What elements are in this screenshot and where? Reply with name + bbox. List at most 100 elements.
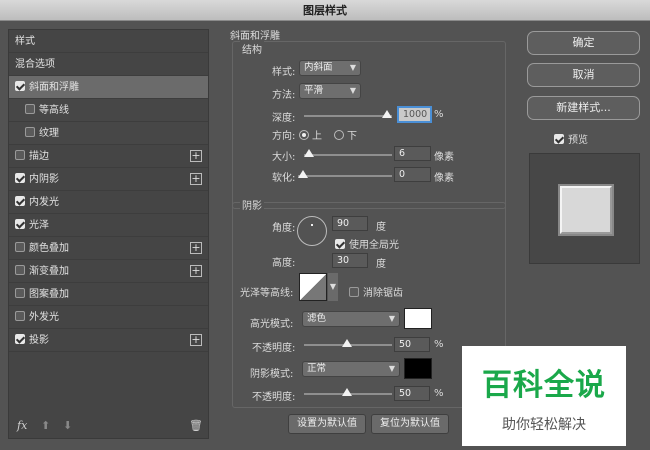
checkbox[interactable] [15, 311, 25, 321]
soften-slider-handle[interactable] [298, 170, 308, 178]
sidebar-item-drop-shadow[interactable]: 投影 + [9, 329, 208, 352]
checkbox[interactable] [25, 104, 35, 114]
highlight-opacity-input[interactable]: 50 [394, 337, 430, 352]
sidebar-item-texture[interactable]: 纹理 [9, 122, 208, 145]
chevron-down-icon: ▼ [388, 364, 395, 373]
gloss-contour-swatch[interactable] [299, 273, 327, 301]
plus-icon[interactable]: + [190, 334, 202, 346]
move-up-icon[interactable]: ⬆ [41, 419, 50, 432]
angle-dot [311, 224, 313, 226]
trash-icon[interactable]: 🗑 [189, 419, 203, 432]
radio-icon [299, 130, 309, 140]
direction-up-radio[interactable]: 上 [299, 127, 322, 142]
plus-icon[interactable]: + [190, 173, 202, 185]
angle-dial[interactable] [297, 216, 327, 246]
radio-label: 下 [347, 131, 357, 142]
size-input[interactable]: 6 [394, 146, 431, 161]
cancel-button[interactable]: 取消 [527, 63, 640, 87]
sidebar-item-pattern-overlay[interactable]: 图案叠加 [9, 283, 208, 306]
sidebar-item-label: 样式 [15, 36, 35, 47]
sidebar-item-inner-shadow[interactable]: 内阴影 + [9, 168, 208, 191]
checkbox[interactable] [15, 81, 25, 91]
sidebar-item-label: 颜色叠加 [29, 243, 69, 254]
sidebar-item-inner-glow[interactable]: 内发光 [9, 191, 208, 214]
sidebar-item-bevel-emboss[interactable]: 斜面和浮雕 [9, 76, 208, 99]
sidebar-item-stroke[interactable]: 描边 + [9, 145, 208, 168]
soften-input[interactable]: 0 [394, 167, 431, 182]
checkbox-label: 使用全局光 [349, 240, 399, 251]
antialias-checkbox[interactable]: 消除锯齿 [349, 284, 403, 299]
checkbox[interactable] [15, 334, 25, 344]
shading-title: 阴影 [240, 197, 264, 212]
new-style-button[interactable]: 新建样式... [527, 96, 640, 120]
soften-label: 软化: [272, 173, 296, 184]
highlight-opacity-handle[interactable] [342, 339, 352, 347]
checkbox[interactable] [15, 219, 25, 229]
fx-icon[interactable]: fx [17, 419, 27, 432]
move-down-icon[interactable]: ⬇ [63, 419, 72, 432]
soften-slider-track[interactable] [298, 175, 392, 177]
highlight-mode-label: 高光模式: [250, 319, 294, 330]
preview-checkbox[interactable]: 预览 [554, 131, 588, 146]
highlight-color-swatch[interactable] [404, 308, 432, 329]
sidebar-item-styles[interactable]: 样式 [9, 30, 208, 53]
sidebar-item-blending-options[interactable]: 混合选项 [9, 53, 208, 76]
watermark-logo: 百科全说 助你轻松解决 [462, 346, 626, 446]
highlight-mode-select[interactable]: 滤色 ▼ [302, 311, 400, 327]
radio-icon [334, 130, 344, 140]
shadow-opacity-handle[interactable] [342, 388, 352, 396]
sidebar-item-label: 纹理 [39, 128, 59, 139]
sidebar-item-label: 内阴影 [29, 174, 59, 185]
shadow-color-swatch[interactable] [404, 358, 432, 379]
technique-select[interactable]: 平滑 ▼ [299, 83, 361, 99]
size-slider-handle[interactable] [304, 149, 314, 157]
depth-slider-track[interactable] [304, 115, 392, 117]
sidebar-item-label: 渐变叠加 [29, 266, 69, 277]
ok-button[interactable]: 确定 [527, 31, 640, 55]
altitude-input[interactable]: 30 [332, 253, 368, 268]
sidebar-item-satin[interactable]: 光泽 [9, 214, 208, 237]
size-label: 大小: [272, 152, 296, 163]
checkbox[interactable] [15, 242, 25, 252]
style-select[interactable]: 内斜面 ▼ [299, 60, 361, 76]
sidebar-item-label: 投影 [29, 335, 49, 346]
highlight-opacity-label: 不透明度: [252, 343, 296, 354]
checkbox[interactable] [15, 173, 25, 183]
radio-label: 上 [312, 131, 322, 142]
depth-input[interactable]: 1000 [398, 107, 431, 122]
size-slider-track[interactable] [304, 154, 392, 156]
plus-icon[interactable]: + [190, 242, 202, 254]
sidebar-item-contour[interactable]: 等高线 [9, 99, 208, 122]
depth-label: 深度: [272, 113, 296, 124]
checkbox[interactable] [15, 196, 25, 206]
watermark-title: 百科全说 [482, 368, 606, 403]
global-light-checkbox[interactable]: 使用全局光 [335, 236, 399, 251]
checkbox[interactable] [15, 265, 25, 275]
soften-unit: 像素 [434, 173, 454, 184]
plus-icon[interactable]: + [190, 150, 202, 162]
sidebar-item-outer-glow[interactable]: 外发光 [9, 306, 208, 329]
sidebar-item-color-overlay[interactable]: 颜色叠加 + [9, 237, 208, 260]
shadow-opacity-input[interactable]: 50 [394, 386, 430, 401]
checkbox[interactable] [25, 127, 35, 137]
sidebar-item-label: 外发光 [29, 312, 59, 323]
checkbox-label: 消除锯齿 [363, 288, 403, 299]
shadow-mode-select[interactable]: 正常 ▼ [302, 361, 400, 377]
checkbox[interactable] [15, 150, 25, 160]
checkbox[interactable] [15, 288, 25, 298]
reset-default-button[interactable]: 复位为默认值 [371, 414, 449, 434]
highlight-opacity-unit: % [434, 339, 444, 350]
chevron-down-icon: ▼ [349, 86, 356, 95]
angle-input[interactable]: 90 [332, 216, 368, 231]
set-default-button[interactable]: 设置为默认值 [288, 414, 366, 434]
depth-slider-handle[interactable] [382, 110, 392, 118]
chevron-down-icon[interactable]: ▼ [328, 273, 338, 301]
sidebar-item-label: 斜面和浮雕 [29, 82, 79, 93]
checkbox [335, 239, 345, 249]
plus-icon[interactable]: + [190, 265, 202, 277]
sidebar-item-gradient-overlay[interactable]: 渐变叠加 + [9, 260, 208, 283]
altitude-unit: 度 [376, 259, 386, 270]
angle-unit: 度 [376, 222, 386, 233]
sidebar-item-label: 等高线 [39, 105, 69, 116]
direction-down-radio[interactable]: 下 [334, 127, 357, 142]
